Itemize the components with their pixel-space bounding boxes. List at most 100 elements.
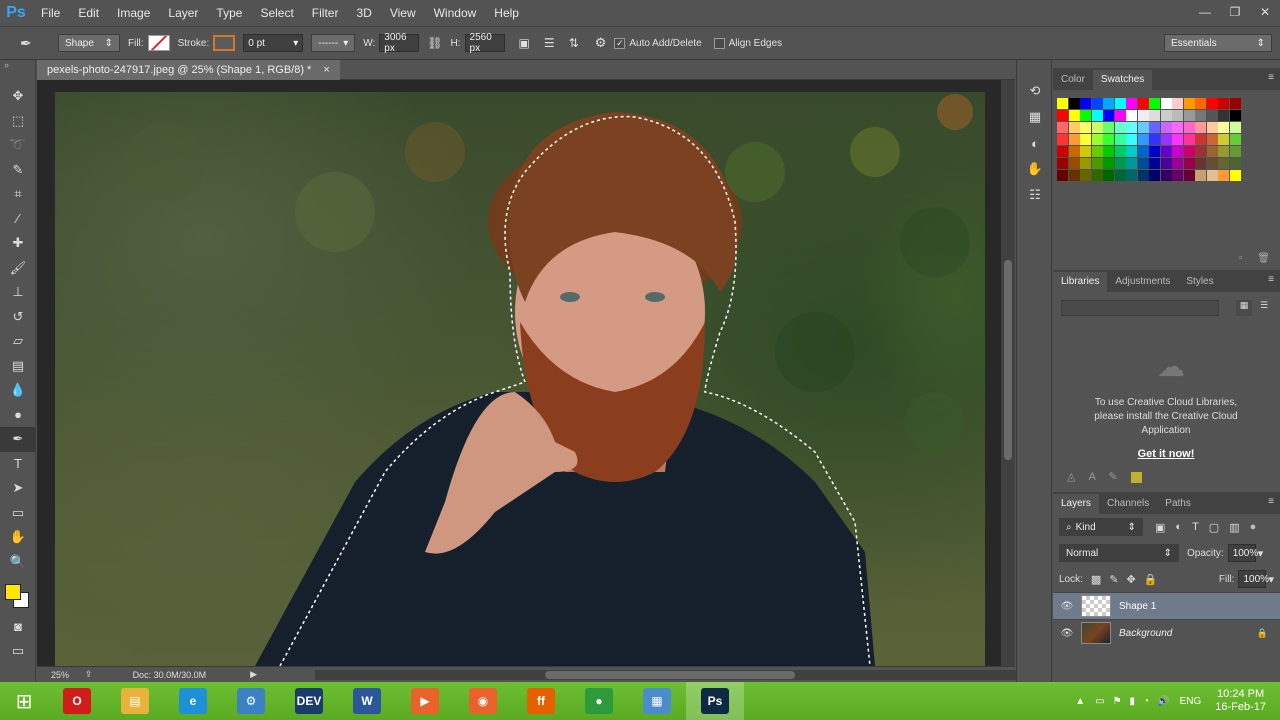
color-swatch[interactable] [1229,98,1241,109]
color-swatch[interactable] [1114,146,1126,157]
pen-tool-preset[interactable]: ✒ [20,35,50,52]
color-swatch[interactable] [1183,146,1195,157]
tool-presets-icon[interactable]: ✋ [1017,156,1053,182]
color-swatch[interactable] [1172,110,1183,121]
color-swatch[interactable] [1206,122,1218,133]
chevron-down-icon[interactable]: ▾ [1268,573,1274,586]
color-swatch[interactable] [1206,146,1218,157]
blur-tool-icon[interactable]: 💧 [0,378,36,403]
color-swatch[interactable] [1149,158,1160,169]
color-swatch[interactable] [1195,122,1206,133]
stroke-swatch[interactable] [213,35,236,51]
filter-shape-icon[interactable]: ▢ [1209,521,1219,534]
color-swatch[interactable] [1103,146,1114,157]
taskbar-app-photos[interactable]: ▦ [628,682,686,720]
color-swatch[interactable] [1103,98,1114,109]
hand-tool-icon[interactable]: ✋ [0,525,36,550]
fill-field[interactable]: 100% [1238,570,1269,588]
color-swatch[interactable] [1080,146,1091,157]
menu-3d[interactable]: 3D [347,0,380,26]
properties-icon[interactable]: ▦ [1017,104,1053,130]
color-swatch[interactable] [1068,122,1080,133]
color-swatch[interactable] [1114,170,1126,181]
color-swatch[interactable] [1229,158,1241,169]
zoom-level[interactable]: 25% [51,670,69,680]
marquee-tool-icon[interactable]: ⬚ [0,109,36,134]
taskbar-app-file-explorer[interactable]: ▤ [106,682,164,720]
menu-window[interactable]: Window [425,0,486,26]
quick-mask-icon[interactable]: ◙ [0,614,36,639]
lock-transparent-icon[interactable]: ▩ [1091,573,1101,586]
color-swatch[interactable] [1091,122,1103,133]
taskbar-app-presenter[interactable]: ▶ [396,682,454,720]
color-swatch[interactable] [1160,158,1172,169]
tab-layers[interactable]: Layers [1053,494,1100,514]
color-swatch[interactable] [1172,98,1183,109]
horizontal-scrollbar[interactable] [315,670,1035,680]
path-arrangement-icon[interactable]: ⇅ [569,36,579,50]
start-button[interactable]: ⊞ [0,682,48,720]
tab-paths[interactable]: Paths [1157,494,1199,514]
layer-filter-dropdown[interactable]: ⌕ Kind ⇕ [1059,518,1143,536]
color-swatch[interactable] [1137,122,1149,133]
network-icon[interactable]: ▭ [1095,696,1104,707]
color-swatch[interactable] [1172,146,1183,157]
color-swatch[interactable] [1195,110,1206,121]
quick-selection-tool-icon[interactable]: ✎ [0,158,36,183]
color-swatch[interactable] [1160,146,1172,157]
workspace-dropdown[interactable]: Essentials ⇕ [1164,34,1272,52]
color-swatches[interactable] [0,574,35,614]
path-operations-icon[interactable]: ▣ [519,36,530,50]
color-swatch[interactable] [1160,122,1172,133]
color-swatch[interactable] [1068,134,1080,145]
taskbar-app-chrome[interactable]: ● [570,682,628,720]
color-swatch[interactable] [1126,122,1137,133]
auto-add-delete-checkbox[interactable]: ✓ [614,37,626,49]
clone-stamp-tool-icon[interactable]: ⊥ [0,280,36,305]
color-swatch[interactable] [1091,134,1103,145]
gear-icon[interactable]: ⚙ [595,35,607,51]
color-swatch[interactable] [1183,170,1195,181]
color-swatch[interactable] [1057,146,1068,157]
menu-type[interactable]: Type [207,0,251,26]
flag-icon[interactable]: ⚑ [1113,696,1122,707]
tab-adjustments[interactable]: Adjustments [1107,272,1178,292]
color-swatch[interactable] [1126,98,1137,109]
layer-name[interactable]: Background [1119,628,1172,639]
color-swatch[interactable] [1057,110,1068,121]
color-swatch[interactable] [1195,170,1206,181]
color-swatch[interactable] [1103,170,1114,181]
color-swatch[interactable] [1229,134,1241,145]
color-swatch[interactable] [1080,110,1091,121]
color-swatch[interactable] [1114,158,1126,169]
color-swatch[interactable] [1183,134,1195,145]
path-alignment-icon[interactable]: ☰ [544,36,555,50]
vertical-scroll-thumb[interactable] [1004,260,1012,460]
filter-pixel-icon[interactable]: ▣ [1155,521,1165,534]
color-swatch[interactable] [1057,158,1068,169]
menu-help[interactable]: Help [485,0,528,26]
horizontal-scroll-thumb[interactable] [545,671,795,679]
visibility-eye-icon[interactable]: 👁 [1053,628,1081,639]
blend-mode-dropdown[interactable]: Normal ⇕ [1059,544,1179,562]
library-dropdown[interactable] [1061,300,1219,316]
swatches-grid[interactable]: ▫ 🗑 [1053,90,1280,270]
color-swatch[interactable] [1057,134,1068,145]
foreground-color[interactable] [5,584,21,600]
color-swatch[interactable] [1229,170,1241,181]
color-swatch[interactable] [1068,110,1080,121]
eraser-tool-icon[interactable]: ▱ [0,329,36,354]
color-swatch[interactable] [1080,122,1091,133]
trash-icon[interactable]: 🗑 [1257,253,1270,264]
battery-icon[interactable]: ▮ [1130,696,1136,707]
color-swatch[interactable] [1137,146,1149,157]
color-swatch[interactable] [1137,110,1149,121]
color-swatch[interactable] [1126,134,1137,145]
tray-expand-icon[interactable]: ▲ [1075,696,1085,707]
color-swatch[interactable] [1183,158,1195,169]
color-swatch[interactable] [1126,110,1137,121]
color-swatch[interactable] [1206,110,1218,121]
adjustments-icon[interactable]: ◐ [1017,130,1053,156]
color-swatch[interactable] [1229,122,1241,133]
fill-swatch[interactable] [147,35,170,51]
